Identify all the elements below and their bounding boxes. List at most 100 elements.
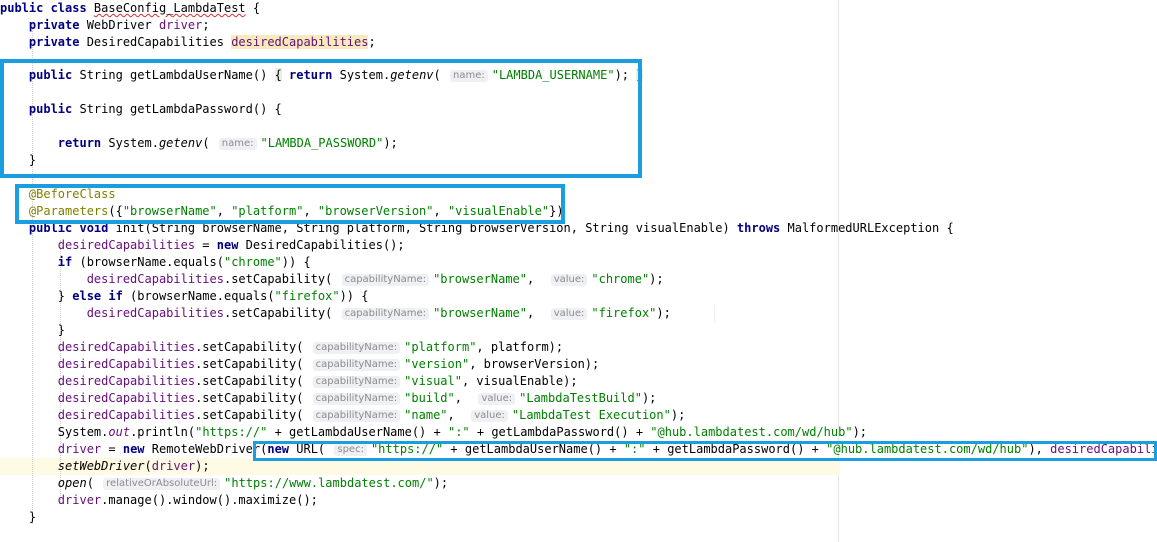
code-token: } — [0, 323, 66, 337]
code-line-20: desiredCapabilities.setCapability( capab… — [0, 390, 656, 407]
code-token: (browserName.equals( — [79, 255, 224, 269]
code-token: out — [108, 425, 131, 439]
parameter-hint: capabilityName: — [312, 410, 401, 422]
code-token: desiredCapabilities — [57, 357, 196, 371]
code-token: .setCapability( — [223, 306, 340, 320]
code-line-22: System.out.println("https://" + getLambd… — [0, 424, 867, 441]
code-token: "chrome" — [223, 255, 282, 269]
code-token: desiredCapabilities — [57, 391, 196, 405]
code-token: "browserName" — [433, 306, 527, 320]
code-token: "https://www.lambdatest.com/" — [224, 476, 434, 490]
parameter-hint: value: — [550, 308, 588, 320]
code-token: ); — [649, 272, 664, 286]
code-token: } — [0, 510, 37, 524]
code-token: , — [447, 408, 470, 422]
code-token: MalformedURLException { — [787, 221, 954, 235]
code-token: new — [216, 238, 246, 252]
code-token: (browserName.equals( — [130, 289, 275, 303]
code-token: } — [0, 289, 73, 303]
code-token: DesiredCapabilities(); — [245, 238, 405, 252]
code-token: )) { — [339, 289, 369, 303]
code-token: desiredCapabilities — [86, 272, 224, 286]
code-token: ( — [144, 459, 152, 473]
parameter-hint: value: — [550, 274, 588, 286]
highlight-box-annotations — [15, 184, 565, 224]
code-token: "LambdaTestBuild" — [519, 391, 642, 405]
code-token: open — [57, 476, 87, 490]
parameter-hint: capabilityName: — [312, 393, 401, 405]
code-line-17: desiredCapabilities.setCapability( capab… — [0, 339, 563, 356]
code-token: "name" — [404, 408, 448, 422]
code-line-1: public class BaseConfig_LambdaTest { — [0, 0, 260, 17]
code-line-27: } — [0, 509, 36, 526]
code-token: , platform); — [476, 340, 564, 354]
code-token: + getLambdaUserName() + — [267, 425, 448, 439]
code-token: ( — [86, 476, 102, 490]
code-token: .setCapability( — [195, 357, 311, 371]
code-token: "firefox" — [274, 289, 340, 303]
code-token: "platform" — [404, 340, 477, 354]
code-token: desiredCapabilities — [57, 374, 196, 388]
code-editor[interactable]: public class BaseConfig_LambdaTest { pri… — [0, 0, 1157, 542]
code-token: .setCapability( — [195, 374, 311, 388]
code-token: ); — [195, 459, 210, 473]
code-token: , — [454, 391, 477, 405]
code-token: RemoteWebDriver( — [151, 442, 268, 456]
code-line-25: open( relativeOrAbsoluteUrl: "https://www… — [0, 475, 448, 492]
code-token: desiredCapabilities — [86, 306, 224, 320]
code-token: "firefox" — [591, 306, 657, 320]
code-token: private — [0, 35, 87, 49]
code-token: "build" — [404, 391, 455, 405]
code-token: ":" — [447, 425, 470, 439]
parameter-hint: value: — [471, 410, 508, 422]
code-token: ); — [433, 476, 449, 490]
code-token: System. — [0, 425, 109, 439]
code-token: , browserVersion); — [469, 357, 600, 371]
code-token: = — [101, 442, 123, 456]
highlight-box-url — [253, 441, 1157, 461]
code-token: desiredCapabilities — [57, 238, 196, 252]
code-token: desiredCapabilities — [57, 408, 196, 422]
code-token: + getLambdaPassword() + — [469, 425, 651, 439]
code-token: desiredCapabilities — [231, 35, 369, 49]
code-line-19: desiredCapabilities.setCapability( capab… — [0, 373, 578, 390]
code-line-3: private DesiredCapabilities desiredCapab… — [0, 34, 376, 51]
code-line-14: } else if (browserName.equals("firefox")… — [0, 288, 369, 305]
code-token: "visual" — [404, 374, 462, 388]
code-line-13: desiredCapabilities.setCapability( capab… — [0, 271, 664, 288]
code-line-11: desiredCapabilities = new DesiredCapabil… — [0, 237, 405, 254]
code-token: BaseConfig_LambdaTest — [93, 1, 246, 15]
code-line-21: desiredCapabilities.setCapability( capab… — [0, 407, 685, 424]
code-token: ; — [368, 35, 376, 49]
code-token: ); — [670, 408, 686, 422]
parameter-hint: relativeOrAbsoluteUrl: — [103, 478, 221, 490]
code-token: DesiredCapabilities — [86, 35, 232, 49]
code-token: .manage().window().maximize(); — [101, 493, 318, 507]
code-token: "version" — [404, 357, 470, 371]
code-token: ); — [852, 425, 868, 439]
code-token: setWebDriver — [57, 459, 145, 473]
code-token: ); — [641, 391, 657, 405]
code-token: .setCapability( — [223, 272, 340, 286]
code-line-24: setWebDriver(driver); — [0, 458, 210, 475]
code-token: public class — [0, 1, 94, 15]
code-token: .setCapability( — [195, 408, 311, 422]
code-token: , — [527, 272, 549, 286]
parameter-hint: capabilityName: — [312, 342, 401, 354]
code-token: driver — [57, 442, 102, 456]
code-token: .setCapability( — [195, 391, 311, 405]
highlight-box-credentials — [0, 59, 642, 178]
code-token: { — [245, 1, 261, 15]
code-token: "LambdaTest Execution" — [511, 408, 671, 422]
parameter-hint: capabilityName: — [341, 274, 430, 286]
